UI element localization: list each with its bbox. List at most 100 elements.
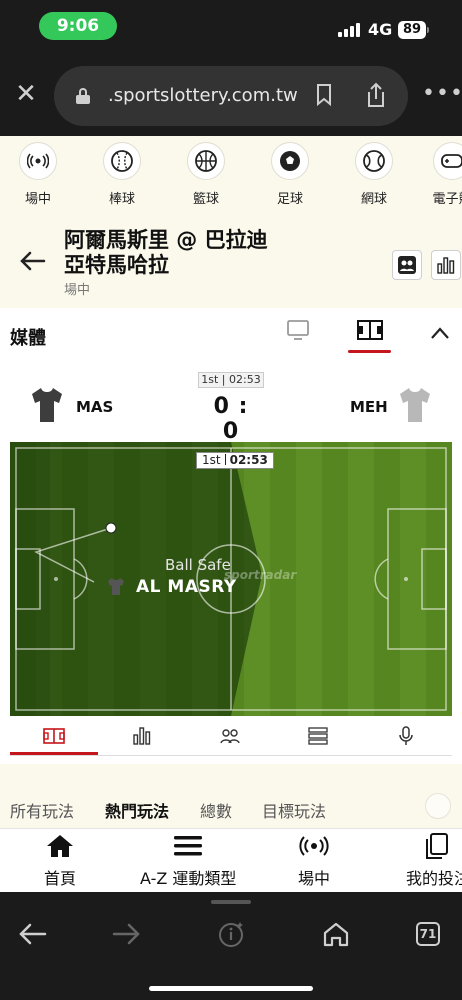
tracker-tabs xyxy=(10,716,452,756)
tracker-tab-stats[interactable] xyxy=(98,716,186,756)
more-options-icon[interactable]: ••• xyxy=(422,80,462,108)
home-team-name: MAS xyxy=(76,398,114,416)
sport-item-live[interactable]: 場中 xyxy=(4,142,72,207)
market-tab-all[interactable]: 所有玩法 xyxy=(10,798,74,822)
pitch-clock: 1st 02:53 xyxy=(196,452,274,469)
network-type: 4G xyxy=(368,20,393,39)
tennis-ball-icon xyxy=(355,142,393,180)
back-arrow-icon[interactable] xyxy=(18,250,46,272)
sport-label: 網球 xyxy=(360,192,387,207)
app-bottom-nav: 首頁 A-Z 運動類型 場中 我的投注 xyxy=(0,828,462,892)
close-icon[interactable]: ✕ xyxy=(12,80,40,108)
tracker-event-text: Ball Safe xyxy=(165,556,231,574)
home-shirt-icon xyxy=(32,388,62,422)
share-icon[interactable] xyxy=(364,82,388,108)
event-title-line1: 阿爾馬斯里 @ 巴拉迪 xyxy=(64,228,268,252)
tracker-tab-commentary[interactable] xyxy=(362,716,450,756)
time: 9:06 xyxy=(39,12,117,40)
field-tracker-icon[interactable] xyxy=(357,320,383,340)
nav-item-live[interactable]: 場中 xyxy=(298,833,330,889)
match-tracker-pitch: 1st 02:53 sportradar Ball Safe AL MASRY xyxy=(10,442,452,716)
bets-icon xyxy=(426,833,448,859)
tracker-tab-list[interactable] xyxy=(274,716,362,756)
sport-item-esports[interactable]: 電子競 xyxy=(418,142,462,207)
pitch-time: 02:53 xyxy=(229,453,268,467)
home-icon xyxy=(47,835,73,857)
media-bar: 媒體 xyxy=(0,308,462,364)
media-label: 媒體 xyxy=(10,328,46,349)
market-tab-totals[interactable]: 總數 xyxy=(200,798,232,822)
home-icon[interactable] xyxy=(320,920,352,948)
stats-button[interactable] xyxy=(431,250,461,280)
chevron-up-icon[interactable] xyxy=(430,326,450,340)
event-status: 場中 xyxy=(64,283,91,298)
baseball-icon xyxy=(103,142,141,180)
event-title: 阿爾馬斯里 @ 巴拉迪 亞特馬哈拉 xyxy=(64,228,268,278)
battery-tip xyxy=(427,27,429,33)
tv-icon[interactable] xyxy=(287,320,309,340)
market-tab-popular[interactable]: 熱門玩法 xyxy=(105,798,169,822)
match-score: 0 : 0 xyxy=(213,394,249,444)
tracker-tab-pitch[interactable] xyxy=(10,716,98,756)
pitch-period: 1st xyxy=(202,453,221,467)
browser-toolbar: ✕ .sportslottery.com.tw ••• xyxy=(0,56,462,136)
tabs-count-button[interactable]: 71 xyxy=(416,922,440,946)
sport-item-baseball[interactable]: 棒球 xyxy=(88,142,156,207)
back-icon[interactable] xyxy=(17,920,49,948)
market-settings-button[interactable] xyxy=(425,793,451,819)
nav-item-home[interactable]: 首頁 xyxy=(44,833,76,889)
bar-chart-icon xyxy=(437,257,455,274)
period-clock: 1st | 02:53 xyxy=(198,372,264,388)
menu-icon xyxy=(174,836,203,856)
sport-label: 電子競 xyxy=(432,192,462,207)
nav-item-my-bets[interactable]: 我的投注 xyxy=(406,833,462,889)
nav-label: 場中 xyxy=(298,869,331,888)
away-team-name: MEH xyxy=(350,398,388,416)
lineup-button[interactable] xyxy=(392,250,422,280)
sport-category-nav: 場中 棒球 籃球 足球 網球 電子競 xyxy=(0,136,462,212)
forward-icon[interactable] xyxy=(110,920,142,948)
list-icon xyxy=(308,727,328,745)
bookmark-icon[interactable] xyxy=(316,84,332,106)
sport-item-soccer[interactable]: 足球 xyxy=(256,142,324,207)
lineup-icon xyxy=(398,256,416,274)
sport-label: 足球 xyxy=(276,192,303,207)
microphone-icon xyxy=(399,726,413,745)
browser-bottom-bar: 71 xyxy=(0,892,462,1000)
signal-icon xyxy=(338,23,362,37)
status-bar: 9:06 4G 89 xyxy=(0,0,462,56)
home-indicator xyxy=(149,986,313,991)
market-tabs: 所有玩法 熱門玩法 總數 目標玩法 xyxy=(0,764,462,828)
soccer-ball-icon xyxy=(271,142,309,180)
tracker-tab-lineups[interactable] xyxy=(186,716,274,756)
scoreboard: 1st | 02:53 MAS 0 : 0 MEH xyxy=(0,364,462,444)
address-bar[interactable]: .sportslottery.com.tw xyxy=(54,66,408,126)
nav-label: A-Z 運動類型 xyxy=(140,869,237,888)
event-header: 阿爾馬斯里 @ 巴拉迪 亞特馬哈拉 場中 xyxy=(0,212,462,308)
sport-label: 棒球 xyxy=(108,192,135,207)
bar-chart-icon xyxy=(133,727,151,745)
drag-handle[interactable] xyxy=(211,900,251,904)
lock-icon xyxy=(76,88,90,104)
basketball-icon xyxy=(187,142,225,180)
away-shirt-icon xyxy=(400,388,430,422)
market-tab-goals[interactable]: 目標玩法 xyxy=(262,798,326,822)
tracker-tab-indicator xyxy=(10,752,98,755)
sport-item-basketball[interactable]: 籃球 xyxy=(172,142,240,207)
ai-info-icon[interactable] xyxy=(216,920,248,948)
nav-label: 我的投注 xyxy=(406,869,462,888)
sport-item-tennis[interactable]: 網球 xyxy=(340,142,408,207)
sport-label: 場中 xyxy=(24,192,51,207)
esports-icon xyxy=(433,142,462,180)
lineup-icon xyxy=(220,729,240,744)
nav-item-sports-az[interactable]: A-Z 運動類型 xyxy=(140,833,236,889)
live-broadcast-icon xyxy=(19,142,57,180)
field-icon xyxy=(43,728,65,744)
tracker-event-team: AL MASRY xyxy=(136,577,237,597)
media-tab-indicator xyxy=(348,350,391,353)
url-text[interactable]: .sportslottery.com.tw xyxy=(108,85,298,106)
live-broadcast-icon xyxy=(299,836,329,856)
sport-label: 籃球 xyxy=(192,192,219,207)
battery-icon: 89 xyxy=(398,21,426,39)
event-title-line2: 亞特馬哈拉 xyxy=(64,253,169,277)
